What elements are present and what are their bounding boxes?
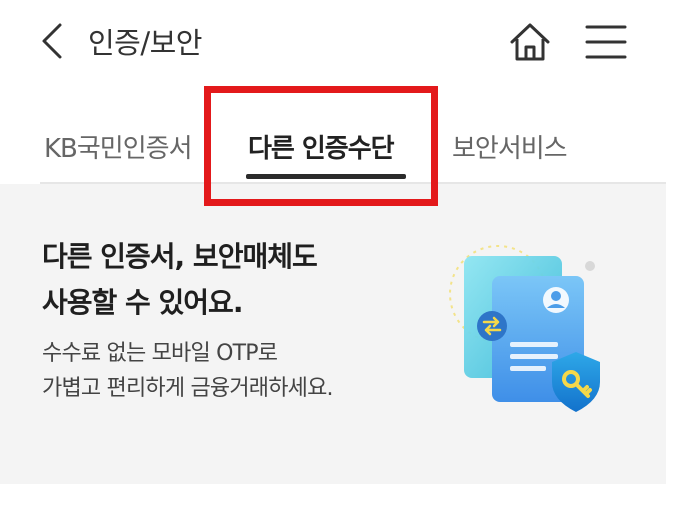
tab-kb-certificate[interactable]: KB국민인증서	[44, 128, 192, 165]
edge-strip	[666, 0, 673, 515]
app-header: 인증/보안	[0, 0, 673, 90]
banner-title-line1: 다른 인증서, 보안매체도	[42, 240, 318, 273]
tab-security-service[interactable]: 보안서비스	[452, 128, 568, 165]
back-arrow-icon[interactable]	[38, 22, 68, 60]
banner-desc-line2: 가볍고 편리하게 금융거래하세요.	[42, 376, 334, 401]
banner-title: 다른 인증서, 보안매체도 사용할 수 있어요.	[42, 234, 318, 326]
banner-title-line2: 사용할 수 있어요.	[42, 286, 243, 319]
certificate-shield-key-icon	[449, 245, 600, 412]
hamburger-menu-icon[interactable]	[583, 22, 629, 62]
home-icon[interactable]	[507, 20, 553, 64]
page-title: 인증/보안	[88, 26, 203, 60]
banner-description: 수수료 없는 모바일 OTP로 가볍고 편리하게 금융거래하세요.	[42, 336, 334, 406]
banner-desc-line1: 수수료 없는 모바일 OTP로	[42, 341, 278, 366]
promo-banner[interactable]: 다른 인증서, 보안매체도 사용할 수 있어요. 수수료 없는 모바일 OTP로…	[0, 184, 666, 484]
highlight-box	[204, 86, 438, 206]
